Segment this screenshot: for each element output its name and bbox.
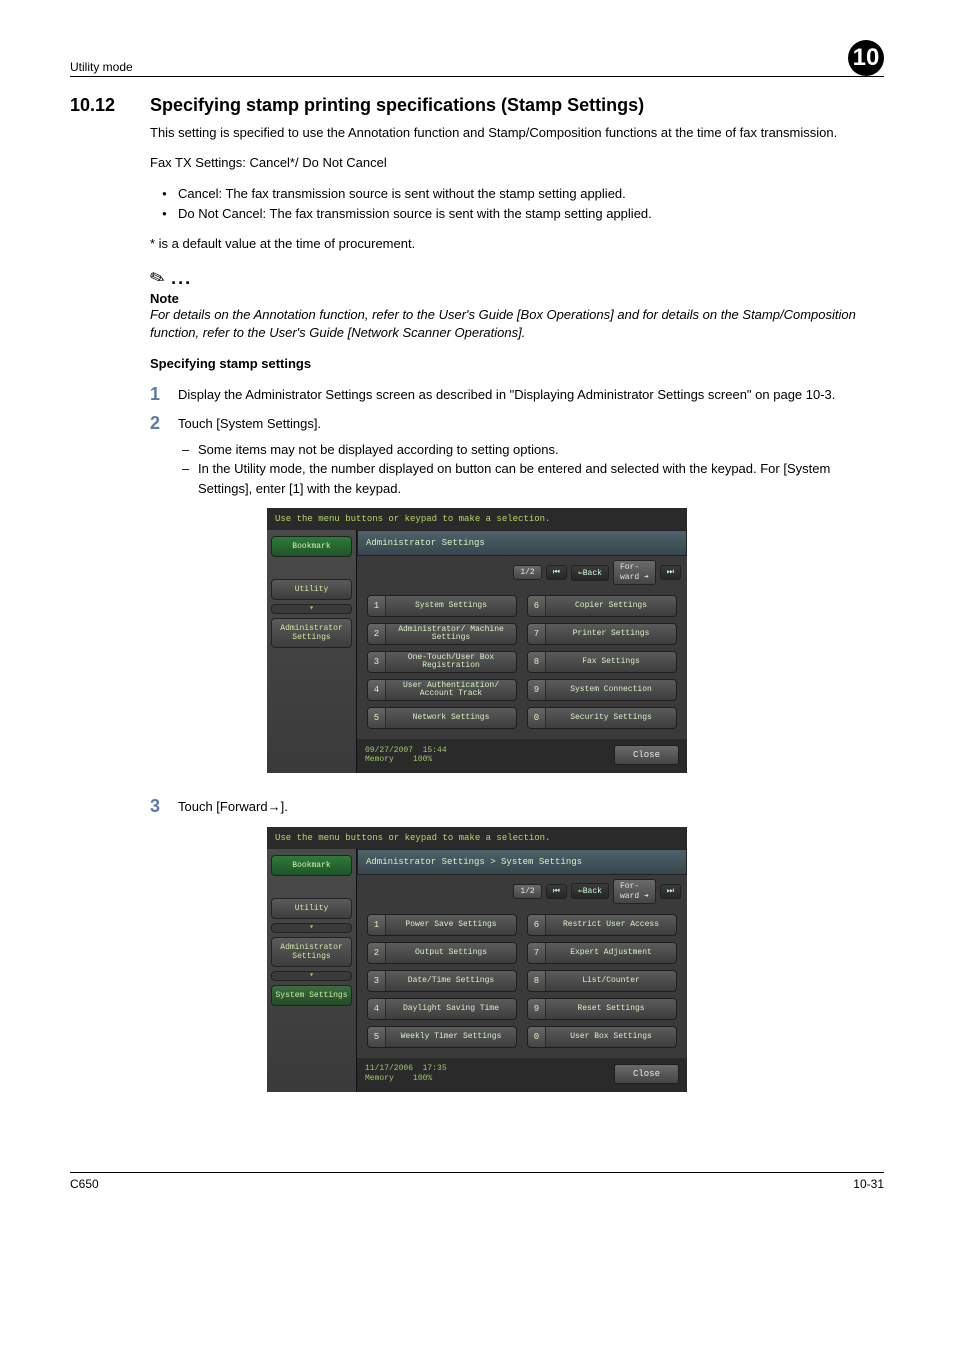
arrow-down-icon: ▾ xyxy=(271,971,352,981)
step-3: 3 Touch [Forward→]. xyxy=(150,797,884,817)
menu-printer-settings[interactable]: 7Printer Settings xyxy=(527,623,677,645)
admin-settings-button[interactable]: Administrator Settings xyxy=(271,937,352,967)
step-text: Touch [System Settings]. xyxy=(178,416,321,431)
forward-button[interactable]: For-ward ➔ xyxy=(613,560,656,585)
section-title: Specifying stamp printing specifications… xyxy=(150,95,644,116)
default-value-note: * is a default value at the time of proc… xyxy=(150,235,884,253)
back-start-button[interactable]: ⏮ xyxy=(546,565,567,580)
utility-button[interactable]: Utility xyxy=(271,898,352,919)
arrow-down-icon: ▾ xyxy=(271,604,352,614)
bookmark-button[interactable]: Bookmark xyxy=(271,536,352,557)
menu-fax-settings[interactable]: 8Fax Settings xyxy=(527,651,677,673)
note-block: ✎ ... Note For details on the Annotation… xyxy=(150,268,884,342)
menu-security-settings[interactable]: 0Security Settings xyxy=(527,707,677,729)
menu-date-time[interactable]: 3Date/Time Settings xyxy=(367,970,517,992)
menu-one-touch[interactable]: 3One-Touch/User Box Registration xyxy=(367,651,517,673)
note-dots-icon: ... xyxy=(171,268,192,289)
step-number: 2 xyxy=(150,414,178,498)
page-indicator: 1/2 xyxy=(513,565,541,580)
forward-button[interactable]: For-ward ➔ xyxy=(613,879,656,904)
bullet-list: Cancel: The fax transmission source is s… xyxy=(150,184,884,223)
step-text: Touch [Forward→]. xyxy=(178,797,884,817)
menu-reset-settings[interactable]: 9Reset Settings xyxy=(527,998,677,1020)
back-start-button[interactable]: ⏮ xyxy=(546,884,567,899)
menu-copier-settings[interactable]: 6Copier Settings xyxy=(527,595,677,617)
bookmark-button[interactable]: Bookmark xyxy=(271,855,352,876)
device-status: 11/17/2006 17:35 Memory 100% xyxy=(365,1064,447,1083)
device-screenshot-1: Use the menu buttons or keypad to make a… xyxy=(267,508,687,773)
close-button[interactable]: Close xyxy=(614,745,679,765)
forward-end-button[interactable]: ⏭ xyxy=(660,565,681,580)
menu-weekly-timer[interactable]: 5Weekly Timer Settings xyxy=(367,1026,517,1048)
menu-restrict-user[interactable]: 6Restrict User Access xyxy=(527,914,677,936)
step-1: 1 Display the Administrator Settings scr… xyxy=(150,385,884,405)
menu-grid: 1System Settings 6Copier Settings 2Admin… xyxy=(357,589,687,739)
pencil-icon: ✎ xyxy=(147,266,168,291)
subhead: Specifying stamp settings xyxy=(150,356,884,371)
step-number: 3 xyxy=(150,797,178,817)
step-number: 1 xyxy=(150,385,178,405)
menu-user-auth[interactable]: 4User Authentication/ Account Track xyxy=(367,679,517,701)
section-number: 10.12 xyxy=(70,95,150,116)
bullet-cancel: Cancel: The fax transmission source is s… xyxy=(150,184,884,204)
menu-list-counter[interactable]: 8List/Counter xyxy=(527,970,677,992)
device-instruction: Use the menu buttons or keypad to make a… xyxy=(267,508,687,530)
step-sub-item: In the Utility mode, the number displaye… xyxy=(178,459,884,498)
arrow-down-icon: ▾ xyxy=(271,923,352,933)
page-indicator: 1/2 xyxy=(513,884,541,899)
page-header: Utility mode 10 xyxy=(70,40,884,77)
forward-end-button[interactable]: ⏭ xyxy=(660,884,681,899)
menu-user-box[interactable]: 0User Box Settings xyxy=(527,1026,677,1048)
menu-daylight-saving[interactable]: 4Daylight Saving Time xyxy=(367,998,517,1020)
back-button[interactable]: ⇐Back xyxy=(571,883,609,899)
device-sidebar: Bookmark Utility ▾ Administrator Setting… xyxy=(267,849,357,1092)
device-title: Administrator Settings xyxy=(357,530,687,556)
device-instruction: Use the menu buttons or keypad to make a… xyxy=(267,827,687,849)
back-button[interactable]: ⇐Back xyxy=(571,565,609,581)
system-settings-button[interactable]: System Settings xyxy=(271,985,352,1006)
menu-grid: 1Power Save Settings 6Restrict User Acce… xyxy=(357,908,687,1058)
intro-paragraph: This setting is specified to use the Ann… xyxy=(150,124,884,142)
note-text: For details on the Annotation function, … xyxy=(150,306,884,342)
device-status: 09/27/2007 15:44 Memory 100% xyxy=(365,746,447,765)
chapter-badge: 10 xyxy=(848,40,884,76)
menu-system-settings[interactable]: 1System Settings xyxy=(367,595,517,617)
close-button[interactable]: Close xyxy=(614,1064,679,1084)
device-sidebar: Bookmark Utility ▾ Administrator Setting… xyxy=(267,530,357,773)
device-screenshot-2: Use the menu buttons or keypad to make a… xyxy=(267,827,687,1092)
page-footer: C650 10-31 xyxy=(70,1172,884,1191)
step-text: Display the Administrator Settings scree… xyxy=(178,385,884,405)
bullet-do-not-cancel: Do Not Cancel: The fax transmission sour… xyxy=(150,204,884,224)
device-title: Administrator Settings > System Settings xyxy=(357,849,687,875)
note-label: Note xyxy=(150,291,884,306)
menu-power-save[interactable]: 1Power Save Settings xyxy=(367,914,517,936)
step-sub-item: Some items may not be displayed accordin… xyxy=(178,440,884,460)
utility-button[interactable]: Utility xyxy=(271,579,352,600)
header-left: Utility mode xyxy=(70,60,133,74)
admin-settings-button[interactable]: Administrator Settings xyxy=(271,618,352,648)
section-heading: 10.12 Specifying stamp printing specific… xyxy=(70,95,884,116)
menu-output-settings[interactable]: 2Output Settings xyxy=(367,942,517,964)
menu-network-settings[interactable]: 5Network Settings xyxy=(367,707,517,729)
footer-page-number: 10-31 xyxy=(853,1177,884,1191)
footer-model: C650 xyxy=(70,1177,99,1191)
fax-tx-line: Fax TX Settings: Cancel*/ Do Not Cancel xyxy=(150,154,884,172)
menu-expert-adjustment[interactable]: 7Expert Adjustment xyxy=(527,942,677,964)
step-2: 2 Touch [System Settings]. Some items ma… xyxy=(150,414,884,498)
menu-system-connection[interactable]: 9System Connection xyxy=(527,679,677,701)
menu-admin-machine[interactable]: 2Administrator/ Machine Settings xyxy=(367,623,517,645)
